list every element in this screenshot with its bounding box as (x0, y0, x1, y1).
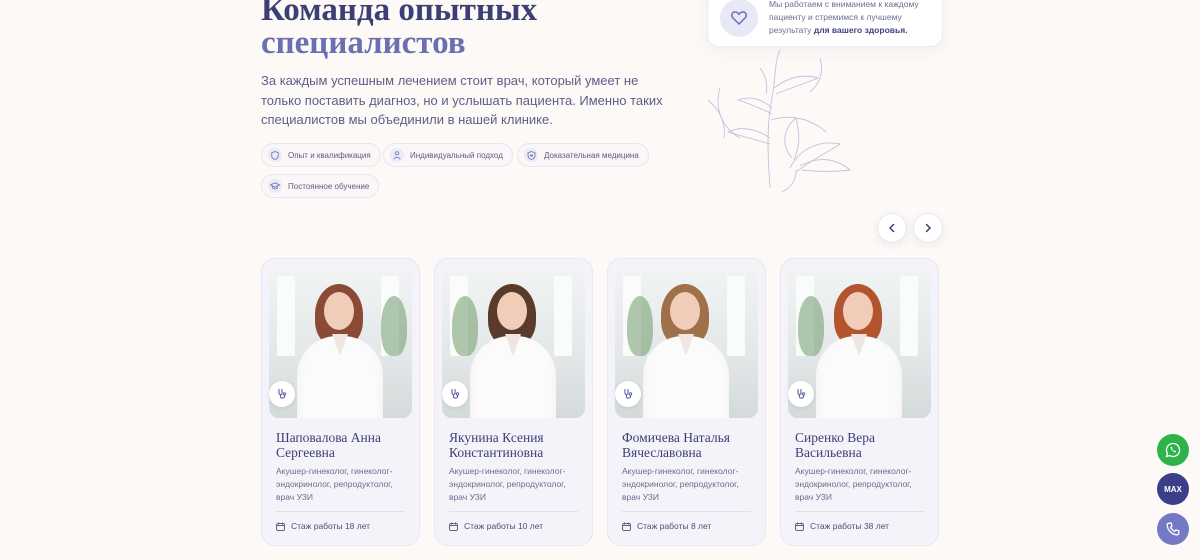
doctor-experience: Стаж работы 10 лет (449, 521, 543, 531)
stethoscope-icon (615, 381, 641, 407)
lily-illustration (707, 49, 852, 193)
info-card-bold: для вашего здоровья. (813, 25, 908, 35)
heart-shield-icon (524, 148, 538, 162)
doctor-name[interactable]: Якунина Ксения Константиновна (449, 430, 589, 460)
doctor-card[interactable]: Сиренко Вера Васильевна Акушер-гинеколог… (780, 258, 939, 546)
doctor-specialty: Акушер-гинеколог, гинеколог-эндокринолог… (276, 466, 393, 502)
feature-chip-label: Доказательная медицина (544, 150, 639, 160)
section-title-line-1: Команда опытных (261, 0, 538, 28)
carousel-prev-button[interactable] (877, 213, 907, 243)
section-lead: За каждым успешным лечением стоит врач, … (261, 73, 663, 127)
stethoscope-icon (442, 381, 468, 407)
doctor-card[interactable]: Якунина Ксения Константиновна Акушер-гин… (434, 258, 593, 546)
feature-chip-label: Индивидуальный подход (410, 150, 503, 160)
shield-icon (268, 148, 282, 162)
calendar-icon (622, 522, 631, 531)
heart-icon (720, 0, 758, 37)
experience-label: Стаж работы 10 лет (464, 521, 544, 531)
experience-label: Стаж работы 18 лет (291, 521, 371, 531)
stethoscope-icon (788, 381, 814, 407)
experience-label: Стаж работы 38 лет (810, 521, 890, 531)
doctor-specialty: Акушер-гинеколог, гинеколог-эндокринолог… (449, 466, 566, 502)
card-divider (795, 511, 924, 512)
info-card: Мы работаем с вниманием к каждому пациен… (707, 0, 943, 47)
stethoscope-icon (269, 381, 295, 407)
doctor-card[interactable]: Шаповалова Анна Сергеевна Акушер-гинекол… (261, 258, 420, 546)
card-divider (276, 511, 405, 512)
experience-label: Стаж работы 8 лет (637, 521, 712, 531)
doctor-name[interactable]: Фомичева Наталья Вячеславовна (622, 430, 762, 460)
doctor-name[interactable]: Сиренко Вера Васильевна (795, 430, 935, 460)
card-divider (622, 511, 751, 512)
calendar-icon (276, 522, 285, 531)
doctor-experience: Стаж работы 38 лет (795, 521, 889, 531)
calendar-icon (449, 522, 458, 531)
whatsapp-button[interactable] (1157, 434, 1189, 466)
graduation-cap-icon (268, 179, 282, 193)
phone-button[interactable] (1157, 513, 1189, 545)
max-label: MAX (1164, 484, 1182, 494)
section-title-line-2: специалистов (261, 25, 466, 61)
doctor-specialty: Акушер-гинеколог, гинеколог-эндокринолог… (795, 466, 912, 502)
info-card-text: Мы работаем с вниманием к каждому пациен… (769, 0, 934, 37)
max-messenger-button[interactable]: MAX (1157, 473, 1189, 505)
chevron-right-icon (925, 223, 932, 233)
doctor-name[interactable]: Шаповалова Анна Сергеевна (276, 430, 416, 460)
feature-chip-learning: Постоянное обучение (261, 174, 380, 198)
doctor-experience: Стаж работы 18 лет (276, 521, 370, 531)
doctor-experience: Стаж работы 8 лет (622, 521, 711, 531)
section-title: Команда опытных специалистов (261, 0, 537, 60)
calendar-icon (795, 522, 804, 531)
feature-chip-label: Опыт и квалификация (288, 150, 371, 160)
chevron-left-icon (888, 223, 895, 233)
feature-chip-individual: Индивидуальный подход (383, 143, 513, 167)
doctor-card[interactable]: Фомичева Наталья Вячеславовна Акушер-гин… (607, 258, 766, 546)
doctor-specialty: Акушер-гинеколог, гинеколог-эндокринолог… (622, 466, 739, 502)
person-icon (390, 148, 404, 162)
whatsapp-icon (1165, 442, 1181, 458)
card-divider (449, 511, 578, 512)
phone-icon (1166, 522, 1180, 536)
feature-chip-experience: Опыт и квалификация (261, 143, 381, 167)
feature-chip-evidence: Доказательная медицина (517, 143, 649, 167)
feature-chip-label: Постоянное обучение (288, 181, 370, 191)
carousel-next-button[interactable] (913, 213, 943, 243)
